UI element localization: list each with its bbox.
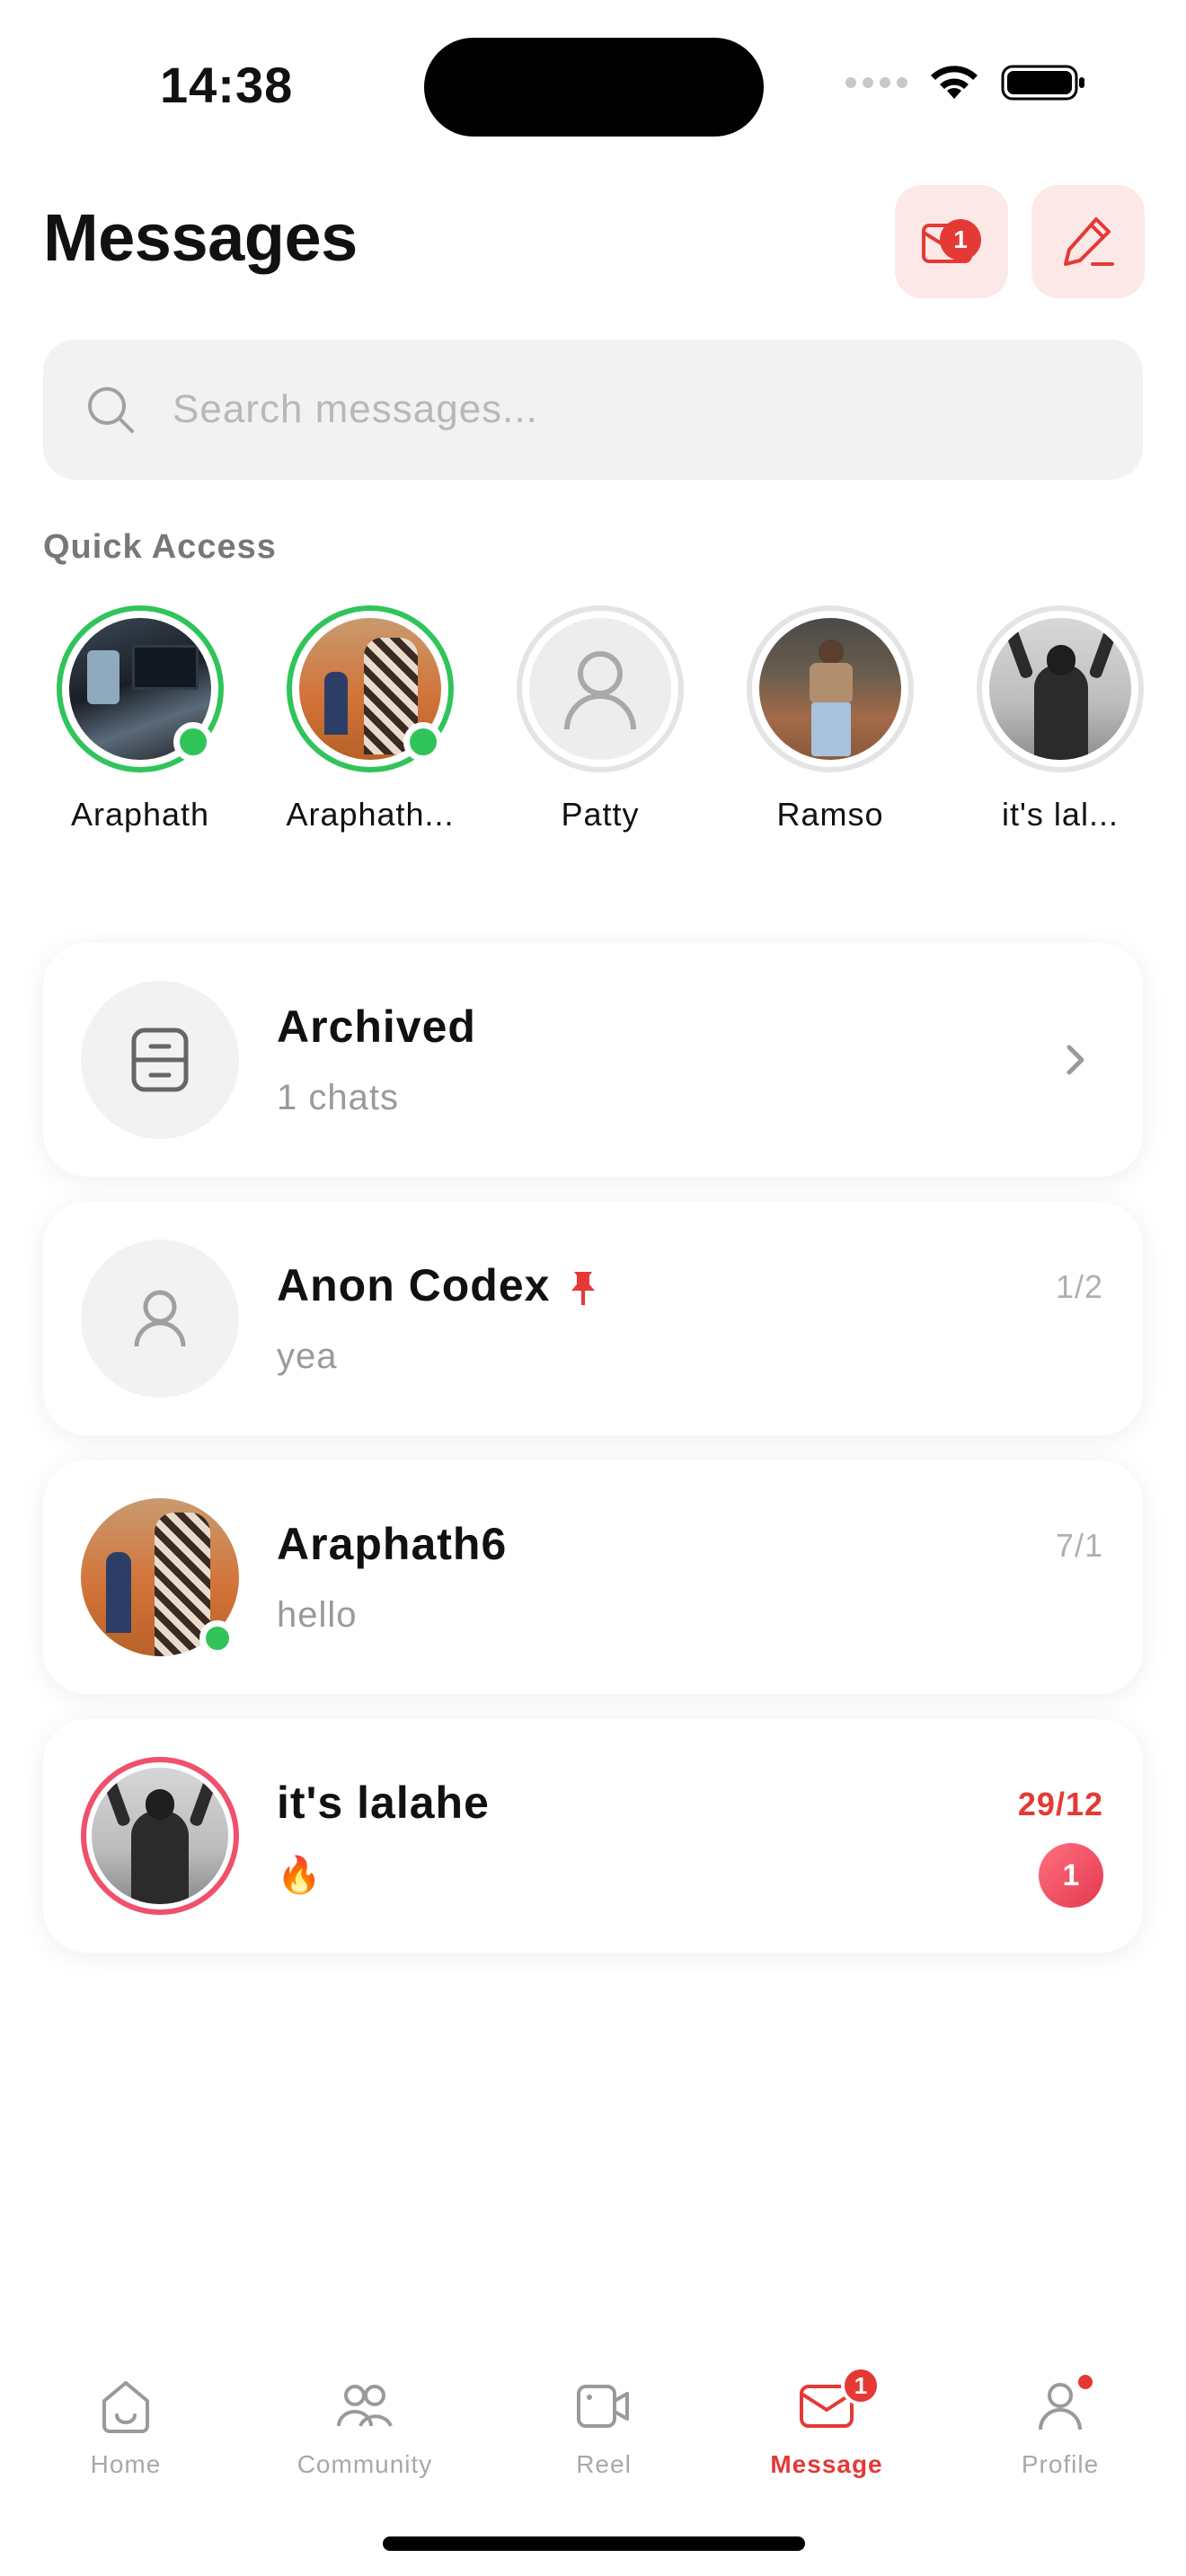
pin-icon: [571, 1272, 595, 1305]
avatar: [81, 1757, 239, 1915]
chat-row[interactable]: it's lalahe 29/12 🔥 1: [43, 1719, 1143, 1953]
chat-row[interactable]: Araphath6 7/1 hello: [43, 1460, 1143, 1694]
default-avatar-icon: [564, 651, 636, 730]
chevron-right-icon: [1067, 1045, 1084, 1075]
chat-time: 7/1: [1055, 1527, 1103, 1564]
avatar: [517, 605, 684, 772]
unread-count-badge: 1: [1039, 1843, 1103, 1908]
archived-title: Archived: [277, 1001, 476, 1052]
quick-access-label: Quick Access: [43, 528, 277, 566]
community-icon: [337, 2385, 393, 2427]
chat-name: Anon Codex: [277, 1260, 551, 1310]
quick-access-name: it's lal...: [1002, 796, 1119, 833]
tab-message[interactable]: 1 Message: [719, 2366, 934, 2479]
archive-icon-container: [81, 981, 239, 1139]
chat-preview: 🔥: [277, 1856, 323, 1895]
chat-preview: yea: [277, 1337, 338, 1376]
quick-access-user[interactable]: Araphath: [50, 605, 230, 834]
online-indicator: [199, 1620, 235, 1656]
avatar: [287, 605, 454, 772]
requests-badge: 1: [940, 219, 981, 260]
archived-chats-row[interactable]: Archived 1 chats: [43, 943, 1143, 1177]
archived-count: 1 chats: [277, 1078, 399, 1117]
profile-icon: [1039, 2383, 1082, 2430]
home-icon: [102, 2381, 149, 2433]
quick-access-user[interactable]: Patty: [510, 605, 690, 834]
quick-access-user[interactable]: Araphath...: [280, 605, 460, 834]
default-avatar-icon: [134, 1290, 186, 1347]
archive-icon: [131, 1028, 189, 1092]
cellular-signal-icon: [845, 77, 907, 88]
online-indicator: [403, 722, 443, 762]
chat-preview: hello: [277, 1595, 358, 1635]
message-requests-button[interactable]: 1: [895, 185, 1008, 298]
chat-time: 29/12: [1017, 1786, 1103, 1822]
search-icon: [88, 387, 134, 433]
compose-button[interactable]: [1031, 185, 1145, 298]
tab-label: Message: [770, 2450, 883, 2478]
status-icons: [845, 63, 1087, 102]
battery-icon: [1001, 65, 1084, 101]
online-indicator: [173, 722, 213, 762]
home-indicator: [383, 2536, 805, 2551]
avatar: [747, 605, 914, 772]
quick-access-user[interactable]: Ramso: [740, 605, 920, 834]
message-badge: 1: [841, 2366, 881, 2405]
quick-access-name: Araphath...: [286, 796, 455, 833]
tab-reel[interactable]: Reel: [496, 2371, 712, 2479]
notification-dot: [1078, 2375, 1093, 2389]
chat-time: 1/2: [1055, 1268, 1103, 1305]
chat-name: it's lalahe: [277, 1778, 490, 1828]
bottom-tab-bar: Home Community Reel 1 Message Profile: [0, 2335, 1186, 2515]
tab-label: Reel: [576, 2450, 632, 2478]
tab-label: Profile: [1021, 2450, 1100, 2478]
quick-access-name: Araphath: [70, 796, 210, 833]
quick-access-name: Patty: [561, 796, 640, 833]
tab-label: Community: [296, 2450, 433, 2478]
avatar: [57, 605, 224, 772]
dynamic-island: [424, 38, 764, 137]
tab-community[interactable]: Community: [257, 2371, 473, 2479]
status-time: 14:38: [160, 57, 294, 113]
search-bar[interactable]: [43, 340, 1143, 480]
search-input[interactable]: [173, 387, 981, 432]
avatar: [81, 1239, 239, 1398]
tab-profile[interactable]: Profile: [952, 2371, 1168, 2479]
quick-access-user[interactable]: it's lal...: [970, 605, 1150, 834]
chat-row[interactable]: Anon Codex 1/2 yea: [43, 1202, 1143, 1435]
tab-home[interactable]: Home: [18, 2371, 234, 2479]
page-title: Messages: [43, 200, 358, 275]
reel-icon: [577, 2385, 629, 2428]
tab-label: Home: [90, 2450, 162, 2478]
quick-access-name: Ramso: [776, 796, 884, 833]
chat-name: Araphath6: [277, 1519, 508, 1569]
avatar: [977, 605, 1144, 772]
compose-pencil-icon: [1064, 217, 1114, 266]
wifi-icon: [931, 66, 978, 99]
